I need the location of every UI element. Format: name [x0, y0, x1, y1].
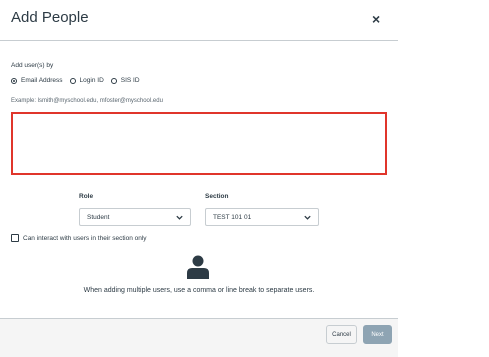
radio-label: Login ID [79, 77, 104, 84]
hint-text: When adding multiple users, use a comma … [83, 287, 315, 294]
dialog-title: Add People [11, 9, 89, 26]
role-selected-value: Student [87, 213, 110, 221]
radio-unselected-icon[interactable] [69, 77, 76, 84]
radio-sis-id[interactable]: SIS ID [110, 77, 140, 84]
user-icon [187, 255, 209, 279]
radio-selected-icon[interactable] [11, 77, 17, 84]
section-limit-checkbox[interactable] [11, 234, 19, 242]
section-select[interactable]: TEST 101 01 [205, 208, 319, 226]
radio-email-address[interactable]: Email Address [11, 77, 63, 84]
next-button[interactable]: Next [363, 325, 392, 344]
close-icon[interactable]: × [372, 12, 380, 26]
section-limit-label: Can interact with users in their section… [23, 234, 147, 242]
radio-login-id[interactable]: Login ID [69, 77, 104, 84]
section-selected-value: TEST 101 01 [213, 213, 252, 221]
section-label: Section [205, 193, 229, 200]
chevron-down-icon [176, 215, 183, 220]
role-select[interactable]: Student [79, 208, 191, 226]
chevron-down-icon [304, 215, 311, 220]
section-limit-option[interactable]: Can interact with users in their section… [11, 234, 147, 242]
role-label: Role [79, 193, 94, 200]
radio-unselected-icon[interactable] [110, 77, 117, 84]
radio-label: SIS ID [120, 77, 140, 84]
add-by-radio-group: Email Address Login ID SIS ID [11, 77, 147, 84]
example-text: Example: lsmith@myschool.edu, mfoster@my… [11, 98, 163, 104]
dialog-header: Add People × [0, 0, 398, 41]
add-people-dialog: Add People × Add user(s) by Email Addres… [0, 0, 398, 357]
cancel-button[interactable]: Cancel [326, 325, 357, 344]
add-by-label: Add user(s) by [11, 62, 54, 69]
radio-label: Email Address [21, 77, 63, 84]
users-textarea[interactable] [11, 112, 387, 175]
